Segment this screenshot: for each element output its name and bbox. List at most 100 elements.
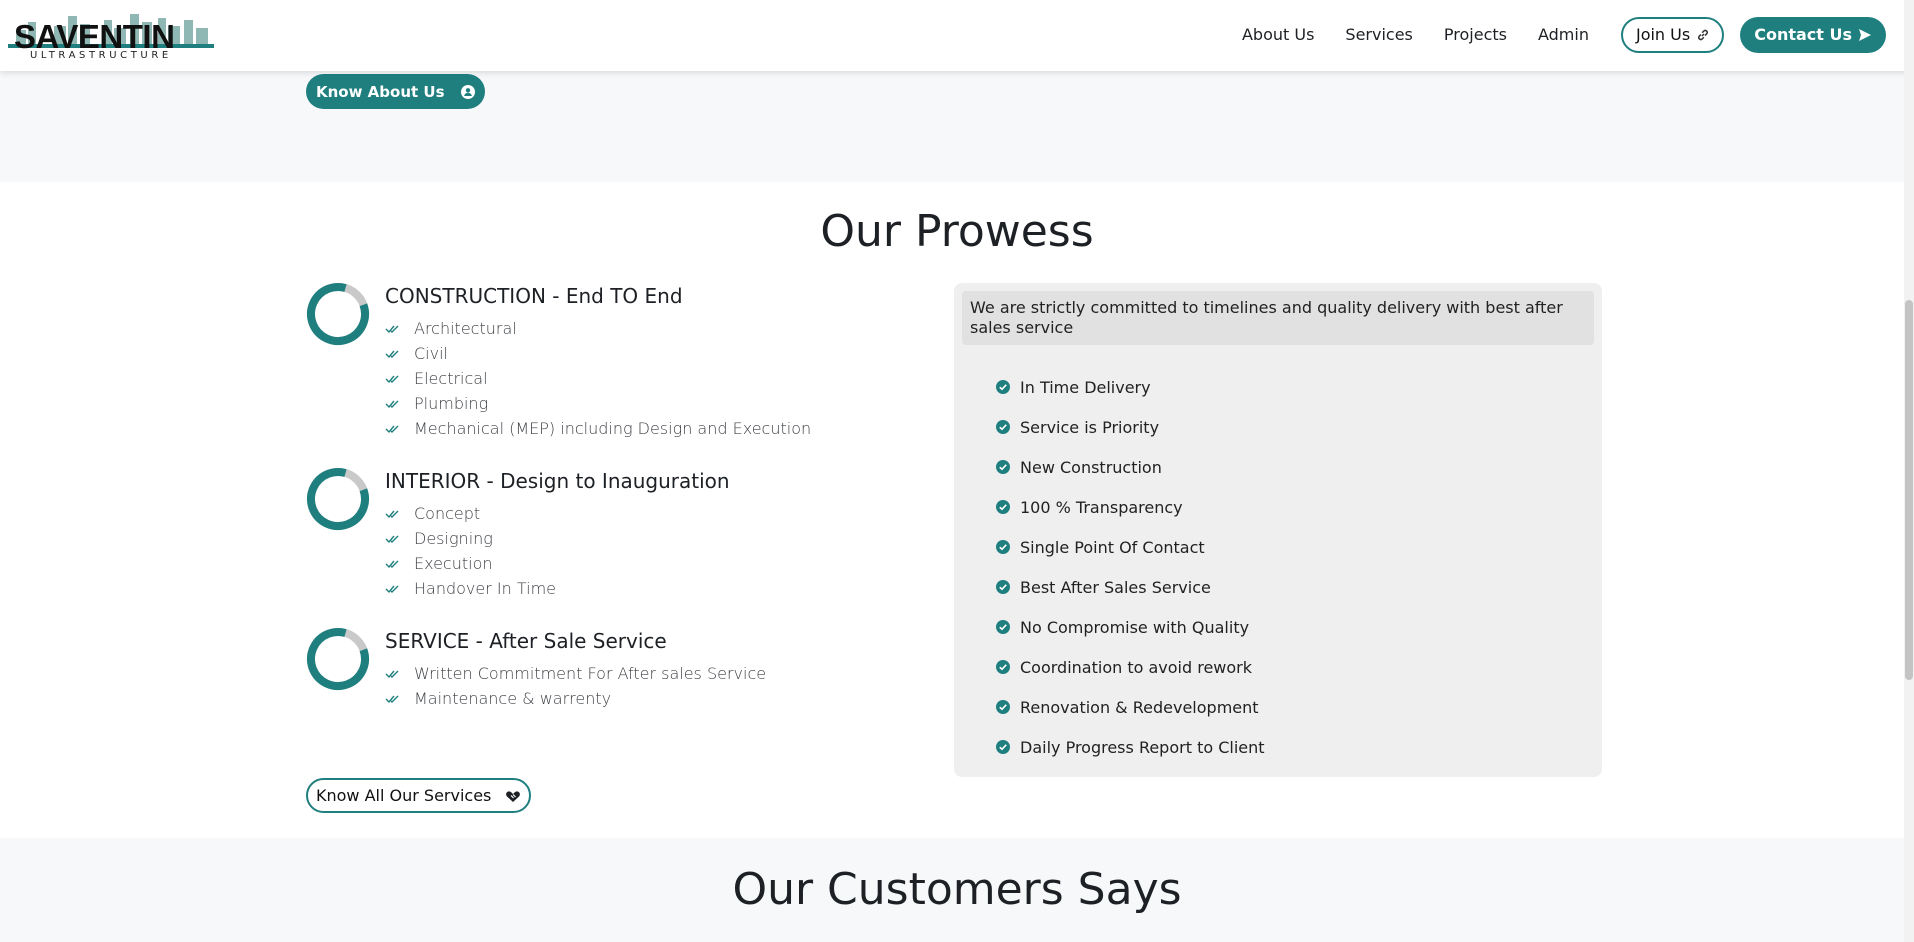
check-circle-icon — [996, 620, 1020, 634]
list-item-label: Architectural — [414, 319, 517, 338]
know-about-us-button[interactable]: Know About Us — [306, 74, 485, 109]
know-all-services-button[interactable]: Know All Our Services — [306, 778, 532, 813]
service-title: INTERIOR - Design to Inauguration — [385, 469, 730, 493]
link-icon — [1698, 29, 1709, 40]
list-item: Electrical — [385, 366, 811, 391]
commitment-text: We are strictly committed to timelines a… — [962, 291, 1594, 345]
scrollbar-thumb[interactable] — [1905, 300, 1913, 680]
list-item: 100 % Transparency — [996, 487, 1265, 527]
about-section — [0, 71, 1914, 182]
join-us-label: Join Us — [1635, 25, 1691, 44]
list-item: Designing — [385, 526, 556, 551]
list-item: Handover In Time — [385, 576, 556, 601]
check-circle-icon — [996, 380, 1020, 394]
nav-services[interactable]: Services — [1345, 26, 1412, 43]
send-icon — [1859, 28, 1871, 41]
double-check-icon — [385, 319, 414, 338]
contact-us-button[interactable]: Contact Us — [1740, 16, 1886, 53]
list-item: Maintenance & warrenty — [385, 686, 766, 711]
list-item-label: Coordination to avoid rework — [1020, 657, 1253, 677]
progress-ring-icon — [307, 283, 369, 345]
list-item: Coordination to avoid rework — [996, 647, 1265, 687]
list-item: Single Point Of Contact — [996, 527, 1265, 567]
highlights-list: In Time Delivery Service is Priority New… — [996, 367, 1265, 767]
know-about-us-label: Know About Us — [316, 82, 445, 101]
list-item-label: Service is Priority — [1020, 417, 1160, 437]
customers-title: Our Customers Says — [732, 864, 1182, 915]
service-items: Architectural Civil Electrical Plumbing … — [385, 316, 811, 441]
list-item: No Compromise with Quality — [996, 607, 1265, 647]
list-item: Written Commitment For After sales Servi… — [385, 661, 766, 686]
list-item-label: Plumbing — [414, 394, 489, 413]
double-check-icon — [385, 529, 414, 548]
list-item: Service is Priority — [996, 407, 1265, 447]
double-check-icon — [385, 579, 414, 598]
check-circle-icon — [996, 660, 1020, 674]
double-check-icon — [385, 344, 414, 363]
nav-about-us[interactable]: About Us — [1242, 26, 1314, 43]
list-item-label: Execution — [414, 554, 493, 573]
check-circle-icon — [996, 580, 1020, 594]
double-check-icon — [385, 554, 414, 573]
join-us-button[interactable]: Join Us — [1620, 16, 1725, 53]
service-title: CONSTRUCTION - End TO End — [385, 284, 683, 308]
brand-name: SAVENTIN — [14, 18, 175, 55]
list-item: Daily Progress Report to Client — [996, 727, 1265, 767]
service-title: SERVICE - After Sale Service — [385, 629, 667, 653]
list-item-label: Mechanical (MEP) including Design and Ex… — [414, 419, 812, 438]
list-item: Concept — [385, 501, 556, 526]
list-item: Execution — [385, 551, 556, 576]
check-circle-icon — [996, 420, 1020, 434]
handshake-icon — [506, 790, 521, 802]
list-item-label: Civil — [414, 344, 448, 363]
progress-ring-icon — [307, 468, 369, 530]
list-item-label: Handover In Time — [414, 579, 556, 598]
list-item-label: Renovation & Redevelopment — [1020, 697, 1259, 717]
brand-tagline: ULTRASTRUCTURE — [30, 50, 172, 61]
list-item-label: Concept — [414, 504, 481, 523]
list-item: New Construction — [996, 447, 1265, 487]
list-item: Mechanical (MEP) including Design and Ex… — [385, 416, 811, 441]
check-circle-icon — [996, 500, 1020, 514]
list-item-label: Daily Progress Report to Client — [1020, 737, 1265, 757]
list-item: Architectural — [385, 316, 811, 341]
double-check-icon — [385, 504, 414, 523]
progress-ring-icon — [307, 628, 369, 690]
prowess-section: Our Prowess CONSTRUCTION - End TO End Ar… — [0, 182, 1914, 838]
check-circle-icon — [996, 740, 1020, 754]
list-item-label: In Time Delivery — [1020, 377, 1151, 397]
double-check-icon — [385, 369, 414, 388]
check-circle-icon — [996, 540, 1020, 554]
site-header: SAVENTIN ULTRASTRUCTURE About Us Service… — [0, 0, 1914, 71]
nav-admin[interactable]: Admin — [1538, 26, 1589, 43]
list-item: Renovation & Redevelopment — [996, 687, 1265, 727]
list-item-label: Electrical — [414, 369, 488, 388]
list-item: In Time Delivery — [996, 367, 1265, 407]
commitment-panel: We are strictly committed to timelines a… — [954, 283, 1602, 777]
list-item: Civil — [385, 341, 811, 366]
double-check-icon — [385, 419, 414, 438]
user-circle-icon — [460, 84, 475, 99]
list-item: Plumbing — [385, 391, 811, 416]
service-items: Written Commitment For After sales Servi… — [385, 661, 766, 711]
list-item-label: 100 % Transparency — [1020, 497, 1183, 517]
main-nav: About Us Services Projects Admin Join Us… — [1242, 16, 1886, 53]
list-item-label: Maintenance & warrenty — [414, 689, 612, 708]
list-item: Best After Sales Service — [996, 567, 1265, 607]
contact-us-label: Contact Us — [1754, 25, 1852, 44]
list-item-label: Best After Sales Service — [1020, 577, 1211, 597]
double-check-icon — [385, 664, 414, 683]
double-check-icon — [385, 689, 414, 708]
list-item-label: Designing — [414, 529, 493, 548]
nav-projects[interactable]: Projects — [1444, 26, 1507, 43]
list-item-label: Written Commitment For After sales Servi… — [414, 664, 767, 683]
brand-logo[interactable]: SAVENTIN ULTRASTRUCTURE — [8, 8, 214, 64]
list-item-label: No Compromise with Quality — [1020, 617, 1250, 637]
service-items: Concept Designing Execution Handover In … — [385, 501, 556, 601]
prowess-title: Our Prowess — [820, 206, 1094, 257]
list-item-label: New Construction — [1020, 457, 1162, 477]
page-scrollbar[interactable] — [1904, 0, 1914, 942]
know-all-services-label: Know All Our Services — [316, 786, 492, 805]
check-circle-icon — [996, 460, 1020, 474]
customers-section: Our Customers Says — [0, 838, 1914, 942]
